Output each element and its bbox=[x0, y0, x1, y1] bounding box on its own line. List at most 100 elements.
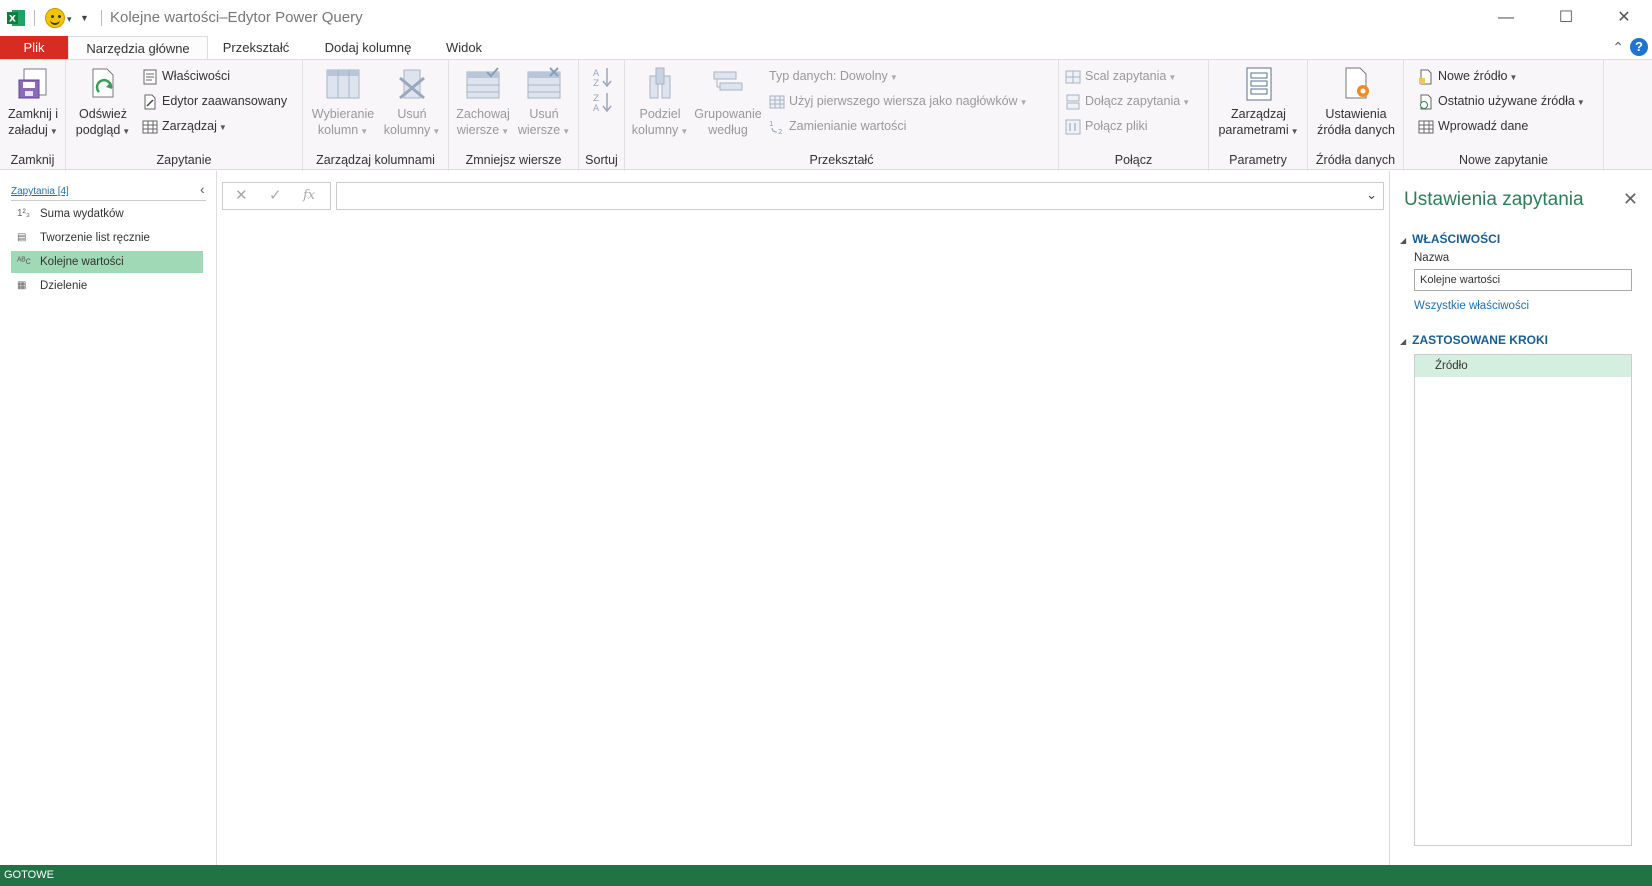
tab-file[interactable]: Plik bbox=[0, 36, 68, 60]
manage-parameters-icon bbox=[1246, 67, 1271, 101]
dropdown-arrow-icon[interactable]: ▼ bbox=[1577, 98, 1585, 107]
choose-columns-label: Wybieranie bbox=[311, 107, 375, 121]
customize-toolbar-icon[interactable]: ▼ bbox=[80, 13, 89, 23]
remove-rows-icon bbox=[527, 67, 561, 99]
commit-formula-icon[interactable]: ✓ bbox=[269, 186, 282, 204]
remove-rows-button[interactable]: Usuń wiersze ▼ bbox=[513, 66, 575, 140]
dropdown-arrow-icon[interactable]: ▼ bbox=[1182, 98, 1190, 107]
recent-sources-button[interactable]: Ostatnio używane źródła ▼ bbox=[1418, 91, 1585, 111]
close-window-button[interactable]: ✕ bbox=[1604, 5, 1644, 31]
group-label-close: Zamknij bbox=[10, 153, 55, 167]
properties-label: Właściwości bbox=[162, 69, 231, 83]
applied-steps-header-label: ZASTOSOWANE KROKI bbox=[1412, 333, 1548, 347]
title-separator bbox=[34, 10, 35, 26]
remove-rows-label: Usuń bbox=[529, 107, 559, 121]
data-source-settings-button[interactable]: Ustawienia źródła danych bbox=[1308, 66, 1404, 138]
group-by-label-2: według bbox=[708, 123, 748, 137]
tab-home[interactable]: Narzędzia główne bbox=[68, 36, 208, 60]
data-type-dropdown[interactable]: Typ danych: Dowolny ▼ bbox=[769, 66, 898, 86]
dropdown-arrow-icon[interactable]: ▼ bbox=[1291, 127, 1299, 136]
queries-header[interactable]: Zapytania [4] bbox=[11, 186, 69, 197]
applied-step[interactable]: Źródło bbox=[1415, 355, 1631, 377]
enter-data-button[interactable]: Wprowadź dane bbox=[1418, 116, 1528, 136]
new-source-button[interactable]: Nowe źródło ▼ bbox=[1418, 66, 1517, 86]
append-queries-button[interactable]: Dołącz zapytania ▼ bbox=[1065, 91, 1190, 111]
dropdown-arrow-icon[interactable]: ▼ bbox=[432, 127, 440, 136]
keep-rows-icon bbox=[466, 67, 500, 99]
query-item-tworzenie-list[interactable]: ▤ Tworzenie list ręcznie bbox=[11, 227, 203, 249]
remove-columns-button[interactable]: Usuń kolumny ▼ bbox=[381, 66, 443, 140]
fx-icon[interactable]: fx bbox=[303, 188, 315, 203]
group-by-icon bbox=[713, 71, 743, 91]
collapse-queries-icon[interactable]: ‹ bbox=[200, 181, 205, 197]
expand-formula-icon[interactable]: ⌄ bbox=[1366, 187, 1377, 203]
group-label-sort: Sortuj bbox=[585, 153, 618, 167]
combine-files-button[interactable]: Połącz pliki bbox=[1065, 116, 1148, 136]
collapse-ribbon-icon[interactable]: ⌃ bbox=[1612, 39, 1624, 56]
merge-queries-button[interactable]: Scal zapytania ▼ bbox=[1065, 66, 1176, 86]
dropdown-arrow-icon[interactable]: ▼ bbox=[360, 127, 368, 136]
sort-ascending-icon[interactable]: AZ bbox=[591, 66, 613, 88]
svg-text:2: 2 bbox=[778, 128, 782, 135]
manage-parameters-label: Zarządzaj bbox=[1231, 107, 1286, 121]
dropdown-arrow-icon[interactable]: ▼ bbox=[890, 73, 898, 82]
keep-rows-button[interactable]: Zachowaj wiersze ▼ bbox=[451, 66, 515, 140]
group-label-reduce-rows: Zmniejsz wiersze bbox=[465, 153, 562, 167]
maximize-button[interactable]: ☐ bbox=[1546, 5, 1586, 31]
data-source-settings-label: Ustawienia bbox=[1325, 107, 1387, 121]
dropdown-arrow-icon[interactable]: ▼ bbox=[562, 127, 570, 136]
dropdown-arrow-icon[interactable]: ▼ bbox=[1168, 73, 1176, 82]
close-settings-icon[interactable]: ✕ bbox=[1623, 189, 1638, 210]
dropdown-arrow-icon[interactable]: ▼ bbox=[219, 123, 227, 132]
smile-dropdown-icon[interactable]: ▾ bbox=[67, 14, 72, 25]
dropdown-arrow-icon[interactable]: ▼ bbox=[122, 127, 130, 136]
sort-descending-icon[interactable]: ZA bbox=[591, 91, 613, 113]
cancel-formula-icon[interactable]: ✕ bbox=[235, 186, 248, 204]
query-label: Kolejne wartości bbox=[40, 256, 124, 268]
group-label-combine: Połącz bbox=[1114, 153, 1153, 167]
query-item-suma-wydatkow[interactable]: 1²₃ Suma wydatków bbox=[11, 203, 203, 225]
applied-steps-section-header[interactable]: ◢ ZASTOSOWANE KROKI bbox=[1400, 333, 1548, 347]
dropdown-arrow-icon[interactable]: ▼ bbox=[501, 127, 509, 136]
formula-bar[interactable]: ⌄ bbox=[336, 182, 1384, 210]
queries-pane: Zapytania [4] ‹ 1²₃ Suma wydatków ▤ Twor… bbox=[0, 171, 217, 865]
refresh-preview-button[interactable]: Odśwież podgląd ▼ bbox=[72, 66, 134, 140]
all-properties-link[interactable]: Wszystkie właściwości bbox=[1414, 300, 1529, 312]
advanced-editor-label: Edytor zaawansowany bbox=[162, 94, 288, 108]
query-item-dzielenie[interactable]: ▦ Dzielenie bbox=[11, 275, 203, 297]
query-label: Suma wydatków bbox=[40, 208, 124, 220]
dropdown-arrow-icon[interactable]: ▼ bbox=[680, 127, 688, 136]
properties-button[interactable]: Właściwości bbox=[142, 66, 230, 86]
svg-text:1: 1 bbox=[769, 120, 773, 128]
group-close: Zamknij i załaduj ▼ Zamknij bbox=[0, 60, 66, 171]
tab-add-column[interactable]: Dodaj kolumnę bbox=[310, 36, 426, 60]
dropdown-arrow-icon[interactable]: ▼ bbox=[1020, 98, 1028, 107]
split-column-button[interactable]: Podziel kolumny ▼ bbox=[629, 66, 691, 140]
svg-text:X: X bbox=[9, 15, 16, 25]
close-and-load-button[interactable]: Zamknij i załaduj ▼ bbox=[2, 66, 64, 140]
smile-feedback-icon[interactable] bbox=[45, 8, 65, 28]
query-item-kolejne-wartosci[interactable]: ᴬᴮc Kolejne wartości bbox=[11, 251, 203, 273]
data-source-settings-icon bbox=[1345, 67, 1369, 99]
status-bar: GOTOWE bbox=[0, 865, 1652, 886]
advanced-editor-button[interactable]: Edytor zaawansowany bbox=[142, 91, 287, 111]
combine-files-label: Połącz pliki bbox=[1085, 119, 1148, 133]
group-combine: Scal zapytania ▼ Dołącz zapytania ▼ Połącz… bbox=[1059, 60, 1209, 171]
tab-view[interactable]: Widok bbox=[432, 36, 496, 60]
query-name-input[interactable]: Kolejne wartości bbox=[1414, 269, 1632, 291]
manage-parameters-button[interactable]: Zarządzaj parametrami ▼ bbox=[1211, 66, 1306, 140]
group-by-button[interactable]: Grupowanie według bbox=[691, 66, 765, 138]
help-icon[interactable]: ? bbox=[1630, 38, 1648, 56]
choose-columns-button[interactable]: Wybieranie kolumn ▼ bbox=[307, 66, 379, 140]
tab-transform[interactable]: Przekształć bbox=[208, 36, 304, 60]
dropdown-arrow-icon[interactable]: ▼ bbox=[50, 127, 58, 136]
split-column-label: Podziel bbox=[639, 107, 681, 121]
dropdown-arrow-icon[interactable]: ▼ bbox=[1509, 73, 1517, 82]
recent-sources-label: Ostatnio używane źródła bbox=[1438, 94, 1575, 108]
replace-values-button[interactable]: 1 2 Zamienianie wartości bbox=[769, 116, 906, 136]
minimize-button[interactable]: — bbox=[1486, 5, 1526, 31]
applied-steps-list: Źródło bbox=[1414, 354, 1632, 846]
properties-section-header[interactable]: ◢ WŁAŚCIWOŚCI bbox=[1400, 232, 1500, 246]
use-first-row-as-headers-button[interactable]: Użyj pierwszego wiersza jako nagłówków ▼ bbox=[769, 91, 1028, 111]
manage-query-button[interactable]: Zarządzaj ▼ bbox=[142, 116, 227, 136]
